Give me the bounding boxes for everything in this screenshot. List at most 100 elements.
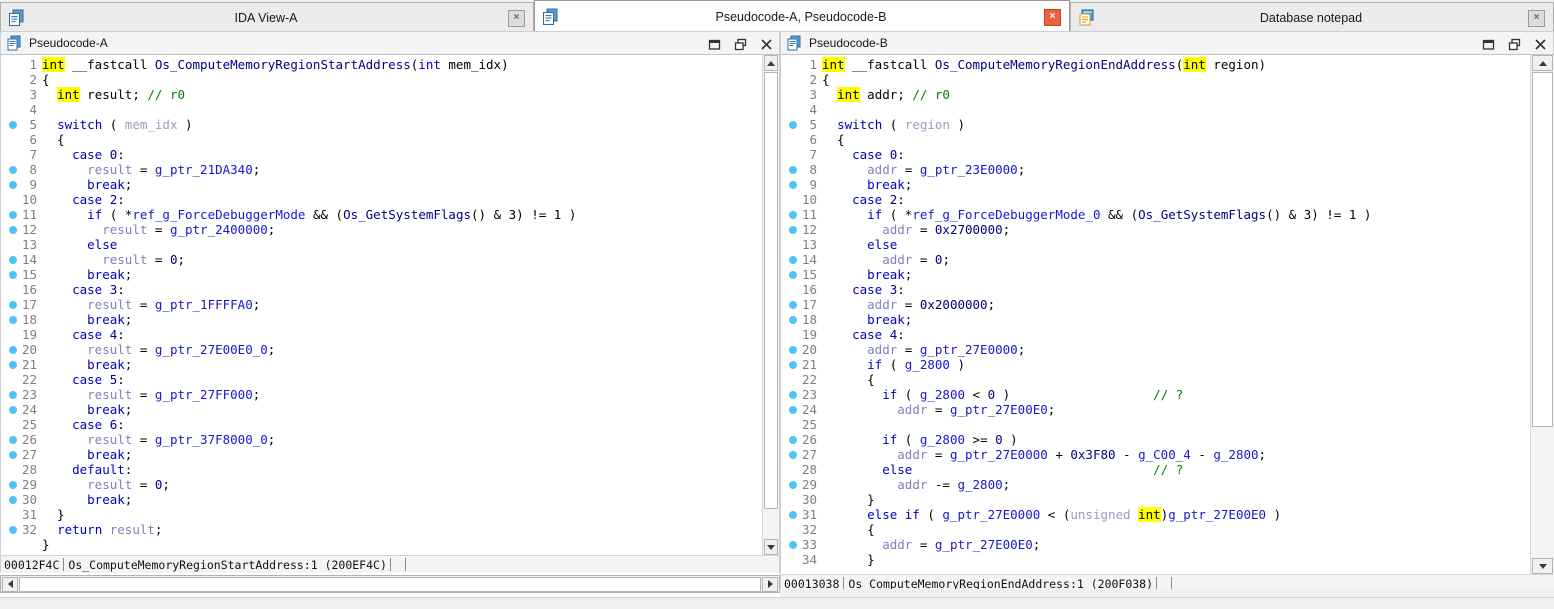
maximize-button[interactable]	[1508, 38, 1521, 51]
code-line[interactable]: 2{	[781, 72, 1530, 87]
code-line[interactable]: 32 {	[781, 522, 1530, 537]
pseudocode-b-code-area[interactable]: 1 int __fastcall Os_ComputeMemoryRegionEn…	[780, 55, 1554, 574]
code-line[interactable]: 18 break;	[1, 312, 762, 327]
code-line[interactable]: 10 case 2:	[1, 192, 762, 207]
code-line[interactable]: 5 switch ( region )	[781, 117, 1530, 132]
code-line[interactable]: 12 addr = 0x2700000;	[781, 222, 1530, 237]
breakpoint-marker-icon[interactable]	[9, 391, 17, 399]
window-tab-3[interactable]: Database notepad ×	[1070, 2, 1554, 33]
code-line[interactable]: 27 break;	[1, 447, 762, 462]
code-line[interactable]: 24 addr = g_ptr_27E00E0;	[781, 402, 1530, 417]
pseudocode-a-horizontal-scrollbar[interactable]	[0, 575, 780, 593]
breakpoint-marker-icon[interactable]	[789, 451, 797, 459]
code-line[interactable]: 7 case 0:	[781, 147, 1530, 162]
code-line[interactable]: 22 {	[781, 372, 1530, 387]
code-line[interactable]: 24 break;	[1, 402, 762, 417]
code-line[interactable]: 16 case 3:	[781, 282, 1530, 297]
code-line[interactable]: 11 if ( *ref_g_ForceDebuggerMode && (Os_…	[1, 207, 762, 222]
code-line[interactable]: 14 addr = 0;	[781, 252, 1530, 267]
code-line[interactable]: 17 addr = 0x2000000;	[781, 297, 1530, 312]
code-line[interactable]: 16 case 3:	[1, 282, 762, 297]
code-line[interactable]: 33 addr = g_ptr_27E00E0;	[781, 537, 1530, 552]
code-line[interactable]: 6 {	[1, 132, 762, 147]
window-tab-1[interactable]: IDA View-A ×	[0, 2, 534, 33]
code-line[interactable]: 15 break;	[1, 267, 762, 282]
code-line[interactable]: 7 case 0:	[1, 147, 762, 162]
code-line[interactable]: 4	[781, 102, 1530, 117]
restore-button[interactable]	[708, 38, 721, 51]
code-line[interactable]: 11 if ( *ref_g_ForceDebuggerMode_0 && (O…	[781, 207, 1530, 222]
code-line[interactable]: 30 }	[781, 492, 1530, 507]
code-line[interactable]: 20 addr = g_ptr_27E0000;	[781, 342, 1530, 357]
code-line[interactable]: 6 {	[781, 132, 1530, 147]
breakpoint-marker-icon[interactable]	[789, 271, 797, 279]
code-line[interactable]: 9 break;	[1, 177, 762, 192]
code-line[interactable]: 17 result = g_ptr_1FFFFA0;	[1, 297, 762, 312]
code-line[interactable]: 23 result = g_ptr_27FF000;	[1, 387, 762, 402]
code-line[interactable]: 28 default:	[1, 462, 762, 477]
breakpoint-marker-icon[interactable]	[789, 361, 797, 369]
close-button[interactable]	[760, 38, 773, 51]
breakpoint-marker-icon[interactable]	[789, 226, 797, 234]
code-line[interactable]: 32 return result;	[1, 522, 762, 537]
scrollbar-thumb[interactable]	[764, 72, 778, 509]
window-tab-2[interactable]: Pseudocode-A, Pseudocode-B ×	[534, 0, 1070, 33]
code-line[interactable]: 4	[1, 102, 762, 117]
code-line[interactable]: 18 break;	[781, 312, 1530, 327]
code-line[interactable]: 34 }	[781, 552, 1530, 567]
code-line[interactable]: 29 addr -= g_2800;	[781, 477, 1530, 492]
breakpoint-marker-icon[interactable]	[9, 436, 17, 444]
breakpoint-marker-icon[interactable]	[789, 301, 797, 309]
code-line[interactable]: 8 addr = g_ptr_23E0000;	[781, 162, 1530, 177]
breakpoint-marker-icon[interactable]	[9, 271, 17, 279]
breakpoint-marker-icon[interactable]	[789, 316, 797, 324]
code-line[interactable]: 3 int addr; // r0	[781, 87, 1530, 102]
breakpoint-marker-icon[interactable]	[9, 226, 17, 234]
code-line[interactable]: 22 case 5:	[1, 372, 762, 387]
breakpoint-marker-icon[interactable]	[9, 481, 17, 489]
code-line[interactable]: 26 if ( g_2800 >= 0 )	[781, 432, 1530, 447]
code-line[interactable]: 28 else // ?	[781, 462, 1530, 477]
breakpoint-marker-icon[interactable]	[789, 391, 797, 399]
code-line[interactable]: 10 case 2:	[781, 192, 1530, 207]
code-line[interactable]: 26 result = g_ptr_37F8000_0;	[1, 432, 762, 447]
breakpoint-marker-icon[interactable]	[9, 301, 17, 309]
breakpoint-marker-icon[interactable]	[9, 256, 17, 264]
breakpoint-marker-icon[interactable]	[9, 451, 17, 459]
code-line[interactable]: 25 case 6:	[1, 417, 762, 432]
code-line[interactable]: }	[1, 537, 762, 552]
breakpoint-marker-icon[interactable]	[789, 511, 797, 519]
breakpoint-marker-icon[interactable]	[789, 406, 797, 414]
code-line[interactable]: 19 case 4:	[1, 327, 762, 342]
scroll-left-button[interactable]	[2, 576, 18, 592]
code-line[interactable]: 29 result = 0;	[1, 477, 762, 492]
code-line[interactable]: 12 result = g_ptr_2400000;	[1, 222, 762, 237]
code-line[interactable]: 14 result = 0;	[1, 252, 762, 267]
window-tab-close-icon[interactable]: ×	[508, 9, 525, 27]
scroll-up-button[interactable]	[764, 55, 778, 71]
code-line[interactable]: 31 else if ( g_ptr_27E0000 < (unsigned i…	[781, 507, 1530, 522]
close-button[interactable]	[1534, 38, 1547, 51]
code-line[interactable]: 25	[781, 417, 1530, 432]
window-tab-close-icon[interactable]: ×	[1044, 8, 1061, 26]
breakpoint-marker-icon[interactable]	[9, 181, 17, 189]
pseudocode-a-code-body[interactable]: 1 int __fastcall Os_ComputeMemoryRegionSt…	[1, 55, 762, 555]
code-line[interactable]: 3 int result; // r0	[1, 87, 762, 102]
maximize-button[interactable]	[734, 38, 747, 51]
hscrollbar-thumb[interactable]	[19, 576, 761, 592]
breakpoint-marker-icon[interactable]	[789, 481, 797, 489]
code-line[interactable]: 21 break;	[1, 357, 762, 372]
breakpoint-marker-icon[interactable]	[789, 256, 797, 264]
breakpoint-marker-icon[interactable]	[789, 181, 797, 189]
breakpoint-marker-icon[interactable]	[9, 211, 17, 219]
breakpoint-marker-icon[interactable]	[9, 346, 17, 354]
breakpoint-marker-icon[interactable]	[9, 406, 17, 414]
breakpoint-marker-icon[interactable]	[789, 541, 797, 549]
code-line[interactable]: 5 switch ( mem_idx )	[1, 117, 762, 132]
scroll-down-button[interactable]	[1532, 558, 1553, 574]
pseudocode-a-code-area[interactable]: 1 int __fastcall Os_ComputeMemoryRegionSt…	[0, 55, 780, 555]
restore-button[interactable]	[1482, 38, 1495, 51]
breakpoint-marker-icon[interactable]	[9, 121, 17, 129]
code-line[interactable]: 27 addr = g_ptr_27E0000 + 0x3F80 - g_C00…	[781, 447, 1530, 462]
code-line[interactable]: 19 case 4:	[781, 327, 1530, 342]
